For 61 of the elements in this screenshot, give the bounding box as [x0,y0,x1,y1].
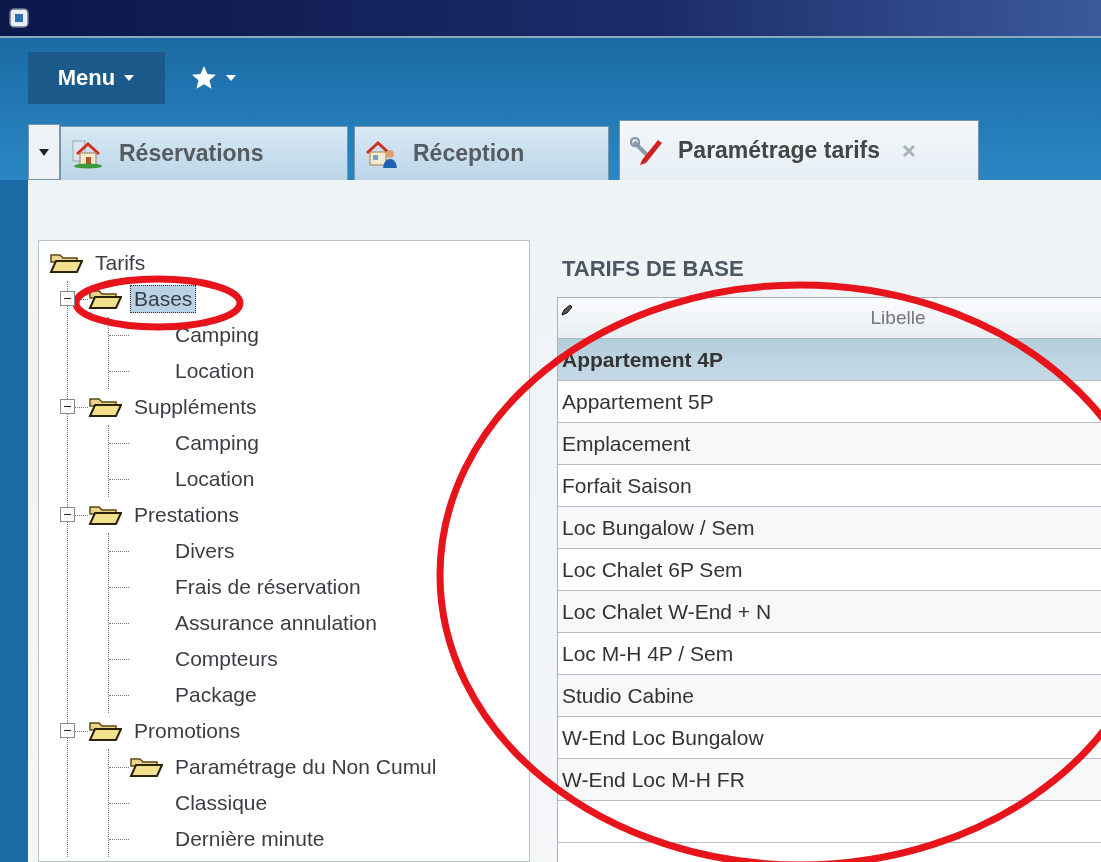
tab-list-button[interactable] [28,124,60,180]
table-cell-text: Loc Chalet W-End + N [561,599,772,624]
tree-item[interactable]: Classique [171,789,272,817]
tree-item[interactable]: Prestations [130,501,244,529]
table-cell-text: Loc M-H 4P / Sem [561,641,734,666]
tree-item[interactable]: Location [171,357,259,385]
section-title: TARIFS DE BASE [561,254,745,283]
tab[interactable]: Paramétrage tarifs [619,120,979,180]
tree-item[interactable]: Camping [171,321,264,349]
tree-item[interactable]: Frais de réservation [171,573,365,601]
table-row[interactable]: Appartement 4P [558,339,1101,381]
menu-button[interactable]: Menu [28,52,165,104]
pencil-icon [561,304,573,316]
caret-icon [123,74,136,82]
favorites-button[interactable] [191,65,237,91]
table-cell-text: Forfait Saison [561,473,692,498]
tree-item[interactable]: Divers [171,537,239,565]
collapse-icon[interactable] [60,723,75,738]
app-icon [8,7,30,29]
table-cell-text: Loc Bungalow / Sem [561,515,755,540]
folder-icon [129,755,163,779]
tree-item[interactable]: Promotions [130,717,245,745]
tree-item[interactable]: Assurance annulation [171,609,381,637]
collapse-icon[interactable] [60,399,75,414]
table-cell-text: Studio Cabine [561,683,694,708]
folder-icon [88,287,122,311]
tab[interactable]: Réservations [60,126,348,180]
tools-icon [630,135,664,166]
table-cell-text: W-End Loc M-H FR [561,767,745,792]
folder-icon [88,503,122,527]
folder-icon [88,719,122,743]
folder-icon [49,251,83,275]
tab[interactable]: Réception [354,126,609,180]
table-row[interactable]: Loc Chalet W-End + N [558,591,1101,633]
star-icon [191,65,217,91]
tree-item[interactable]: Dernière minute [171,825,329,853]
tree-item[interactable]: Suppléments [130,393,261,421]
collapse-icon[interactable] [60,507,75,522]
caret-icon [225,74,237,82]
table-row[interactable]: W-End Loc M-H FR [558,759,1101,801]
tree-item[interactable]: Location [171,465,259,493]
tree-item[interactable]: Compteurs [171,645,282,673]
tree-item[interactable]: Paramétrage du Non Cumul [171,753,441,781]
table-row[interactable]: Emplacement [558,423,1101,465]
table-cell-text: Appartement 5P [561,389,714,414]
table-cell-text: Appartement 4P [561,347,724,372]
collapse-icon[interactable] [60,291,75,306]
house-person-icon [365,138,399,169]
tree-item[interactable]: Bases [130,285,197,313]
tree-item[interactable]: Package [171,681,261,709]
table-cell-text: W-End Loc Bungalow [561,725,764,750]
tree-item[interactable]: Tarifs [91,249,150,277]
table-cell-text: Emplacement [561,431,691,456]
folder-icon [88,395,122,419]
table-row[interactable]: Loc Bungalow / Sem [558,507,1101,549]
caret-icon [39,148,49,156]
tree-item[interactable]: Camping [171,429,264,457]
table-cell-text: Loc Chalet 6P Sem [561,557,743,582]
column-header[interactable]: Libelle [870,307,926,329]
house-icon [71,138,105,169]
table-row[interactable]: Studio Cabine [558,675,1101,717]
